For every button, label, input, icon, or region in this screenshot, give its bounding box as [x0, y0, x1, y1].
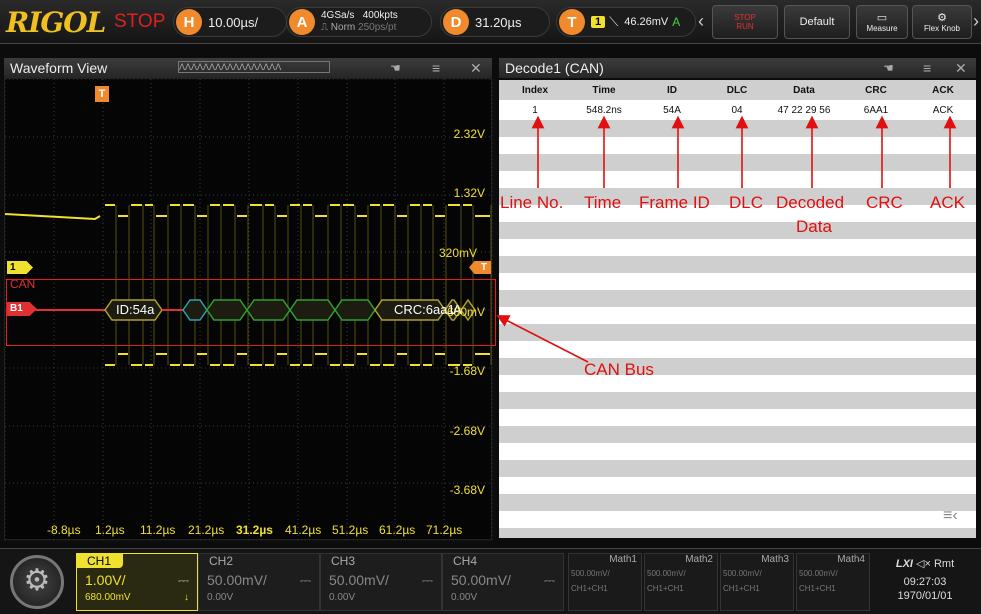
math4-settings[interactable]: Math4 500.00mV/ CH1+CH1 [796, 553, 870, 611]
math4-scale: 500.00mV/ [799, 569, 838, 578]
annotation-arrows [496, 115, 957, 363]
speaker-muted-icon[interactable]: ◁× [916, 558, 931, 570]
lxi-logo: LXI [895, 558, 913, 570]
annotation-line-no: Line No. [500, 193, 564, 212]
math3-name: Math3 [761, 554, 789, 565]
math1-settings[interactable]: Math1 500.00mV/ CH1+CH1 [568, 553, 642, 611]
math1-expr: CH1+CH1 [571, 584, 608, 593]
ch1-settings[interactable]: CH1 1.00V/ ⎓ 680.00mV ↓ [76, 553, 198, 611]
ch1-scale: 1.00V/ [85, 572, 126, 588]
math3-settings[interactable]: Math3 500.00mV/ CH1+CH1 [720, 553, 794, 611]
ch4-scale: 50.00mV/ [451, 572, 511, 588]
math2-expr: CH1+CH1 [647, 584, 684, 593]
math4-expr: CH1+CH1 [799, 584, 836, 593]
annotation-dlc: DLC [729, 193, 764, 212]
arrow-down-icon: ↓ [184, 592, 189, 603]
math3-scale: 500.00mV/ [723, 569, 762, 578]
clock-time: 09:27:03 [903, 576, 947, 588]
ch2-offset: 0.00V [207, 592, 234, 603]
math1-name: Math1 [609, 554, 637, 565]
dc-coupling-icon: ⎓ [177, 572, 189, 588]
ch3-offset: 0.00V [329, 592, 356, 603]
ch4-settings[interactable]: CH4 50.00mV/ ⎓ 0.00V [442, 553, 564, 611]
ch1-name: CH1 [77, 554, 123, 568]
ch2-scale: 50.00mV/ [207, 572, 267, 588]
dc-coupling-icon: ⎓ [421, 572, 433, 588]
ch2-name: CH2 [209, 554, 234, 568]
dc-coupling-icon: ⎓ [543, 572, 555, 588]
ch4-name: CH4 [453, 554, 478, 568]
ch3-settings[interactable]: CH3 50.00mV/ ⎓ 0.00V [320, 553, 442, 611]
math4-name: Math4 [837, 554, 865, 565]
math3-expr: CH1+CH1 [723, 584, 760, 593]
home-gear-icon[interactable]: ⚙ [10, 555, 64, 609]
arrow [496, 315, 589, 363]
dc-coupling-icon: ⎓ [299, 572, 311, 588]
bottom-bar: ⚙ CH1 1.00V/ ⎓ 680.00mV ↓ CH2 50.00mV/ ⎓ 0.… [0, 548, 981, 614]
annotation-ack: ACK [930, 193, 965, 212]
math2-scale: 500.00mV/ [647, 569, 686, 578]
annotation-decoded: Decoded [776, 193, 845, 212]
clock-date: 1970/01/01 [897, 590, 953, 602]
math1-scale: 500.00mV/ [571, 569, 610, 578]
annotation-frame-id: Frame ID [639, 193, 710, 212]
ch2-settings[interactable]: CH2 50.00mV/ ⎓ 0.00V [198, 553, 320, 611]
annotation-time: Time [584, 193, 622, 212]
ch3-name: CH3 [331, 554, 356, 568]
math2-name: Math2 [685, 554, 713, 565]
annotation-data: Data [796, 217, 832, 236]
ch1-offset: 680.00mV [85, 592, 131, 603]
ch3-scale: 50.00mV/ [329, 572, 389, 588]
math2-settings[interactable]: Math2 500.00mV/ CH1+CH1 [644, 553, 718, 611]
remote-indicator: Rmt [933, 558, 955, 570]
ch4-offset: 0.00V [451, 592, 478, 603]
annotation-can-bus: CAN Bus [584, 360, 654, 379]
annotation-crc: CRC [866, 193, 903, 212]
status-area[interactable]: LXI ◁× Rmt 09:27:03 1970/01/01 [874, 553, 976, 611]
